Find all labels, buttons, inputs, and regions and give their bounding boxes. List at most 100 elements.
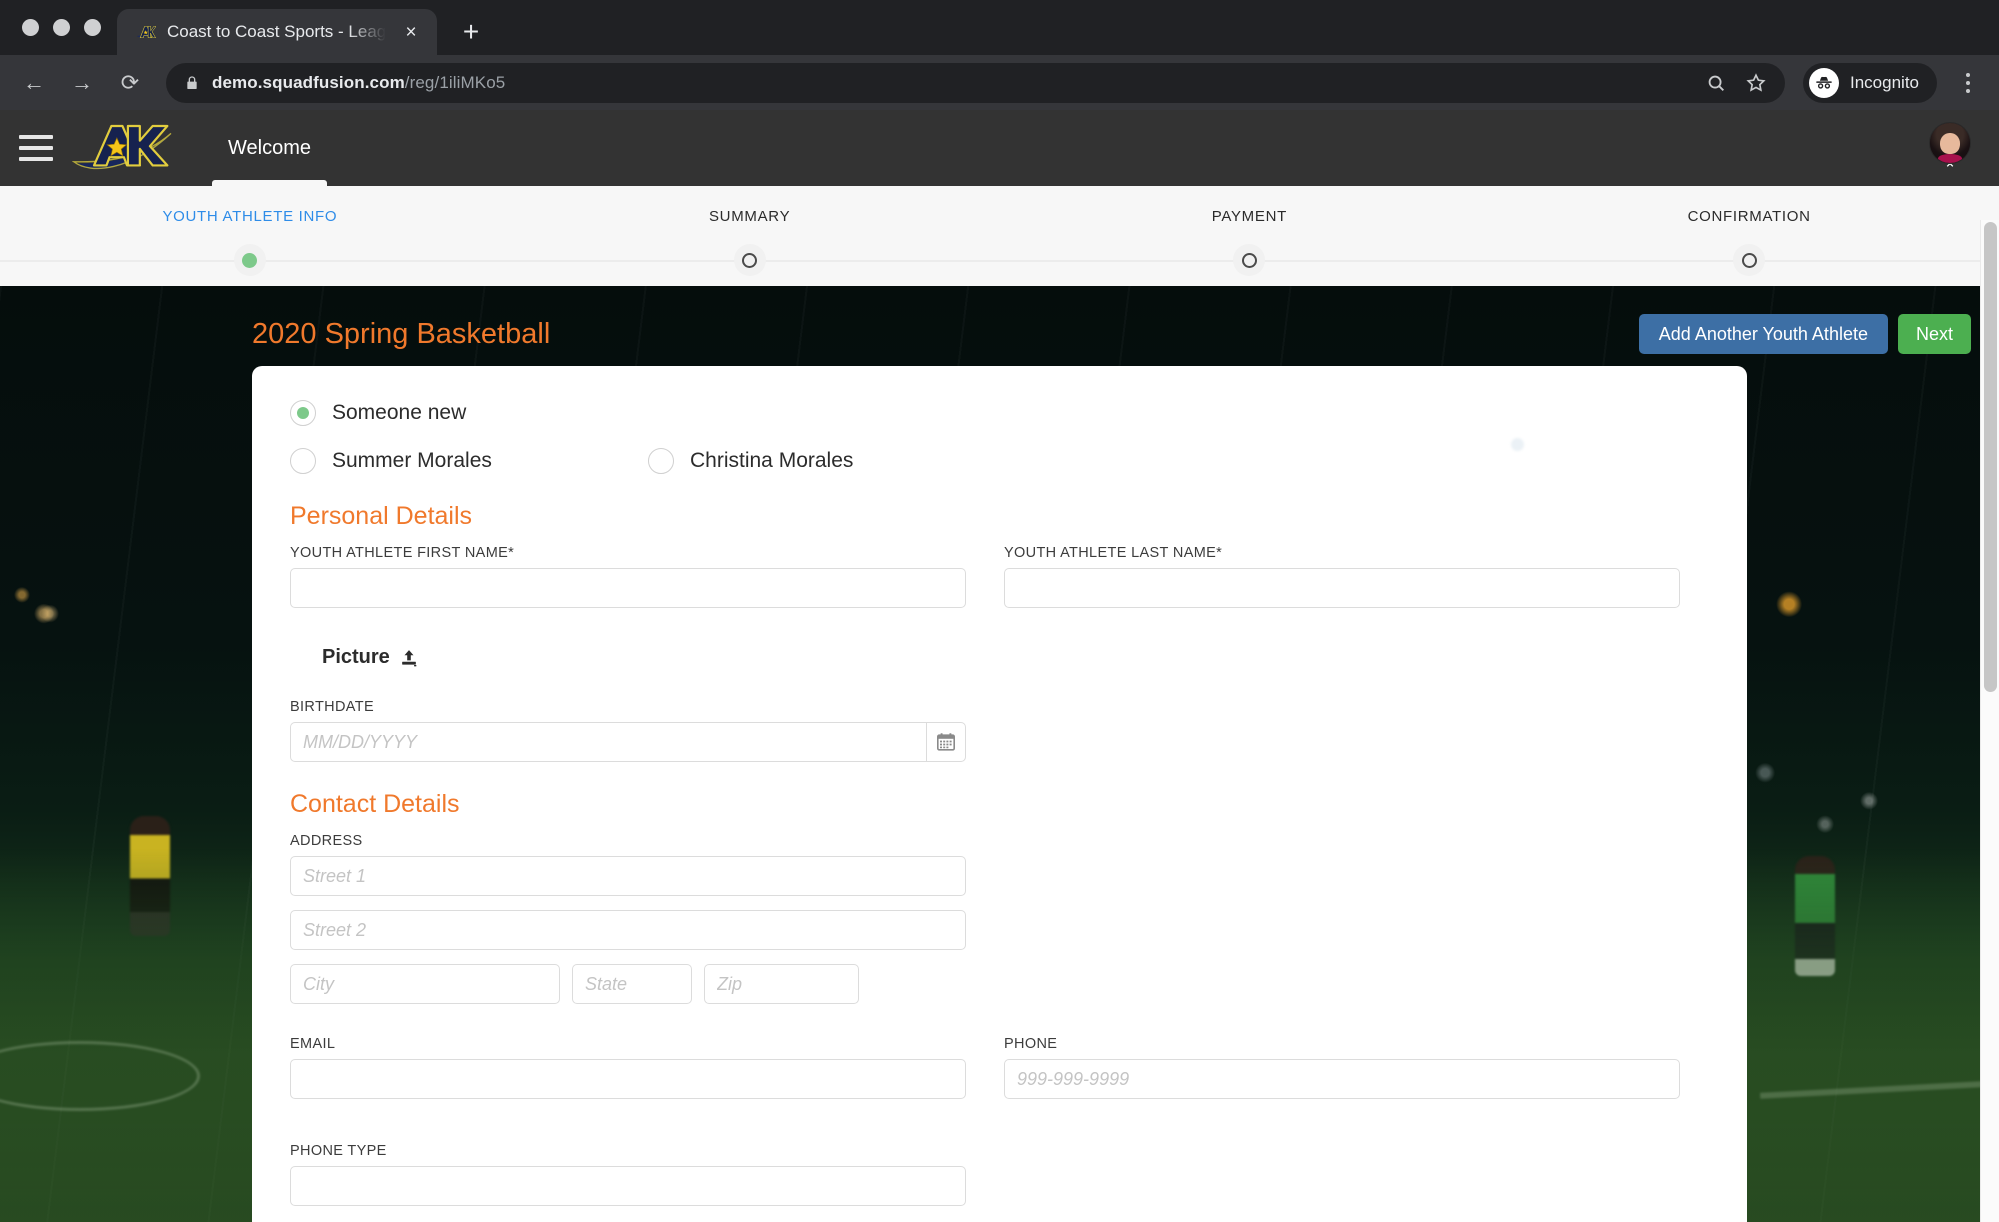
header-user-area[interactable]: ⌃ [1929,121,1999,177]
phone-type-field-group: PHONE TYPE [290,1143,1709,1206]
lock-icon [184,75,200,91]
athlete-select-row-1: Someone new [290,400,1709,426]
email-input[interactable] [290,1059,966,1099]
step-dot [1241,252,1257,268]
section-heading-contact-details: Contact Details [290,790,460,818]
page-scrollbar[interactable] [1980,220,1999,1222]
nav-item-welcome[interactable]: Welcome [202,110,337,186]
reload-button[interactable]: ⟳ [110,63,150,103]
athlete-select-row-2: Summer Morales Christina Morales [290,448,1709,474]
tab-title: Coast to Coast Sports - League [167,22,388,41]
url-path: /reg/1iliMKo5 [404,72,506,92]
window-traffic-lights[interactable] [14,0,117,55]
state-input[interactable] [572,964,692,1004]
page-title: 2020 Spring Basketball [252,317,551,350]
street1-input[interactable] [290,856,966,896]
first-name-field-group: YOUTH ATHLETE FIRST NAME* [290,545,966,608]
chevron-up-icon[interactable]: ⌃ [1944,162,1957,177]
registration-page: 2020 Spring Basketball Add Another Youth… [0,286,1999,1222]
birthdate-input[interactable] [290,722,927,762]
stepper-step-summary[interactable]: SUMMARY [500,208,1000,226]
stepper-step-confirmation[interactable]: CONFIRMATION [1499,208,1999,226]
close-window-button[interactable] [22,19,39,36]
email-label: EMAIL [290,1036,336,1052]
url-text: demo.squadfusion.com/reg/1iliMKo5 [212,73,505,93]
city-state-zip-row [290,964,966,1004]
new-tab-button[interactable]: + [451,12,491,52]
page-topbar: 2020 Spring Basketball Add Another Youth… [0,286,1999,360]
phone-type-input[interactable] [290,1166,966,1206]
back-button[interactable]: ← [14,63,54,103]
next-button[interactable]: Next [1897,314,1971,354]
close-tab-button[interactable]: × [399,20,423,44]
name-fields-row: YOUTH ATHLETE FIRST NAME* YOUTH ATHLETE … [290,545,1709,608]
incognito-profile-button[interactable]: Incognito [1803,62,1937,103]
app-header: Welcome ⌃ [0,110,1999,186]
ak-coast-to-coast-logo[interactable] [71,117,182,179]
birthdate-label: BIRTHDATE [290,699,374,715]
radio-icon[interactable] [290,448,316,474]
last-name-field-group: YOUTH ATHLETE LAST NAME* [1004,545,1680,608]
incognito-label: Incognito [1850,72,1919,92]
calendar-icon [936,732,956,752]
radio-label: Someone new [332,401,467,424]
stepper-dot-youth-athlete-info[interactable] [0,244,500,276]
address-field-group: ADDRESS [290,833,966,1004]
registration-form-card: Someone new Summer Morales Christina Mor… [252,366,1747,1222]
avatar-shirt [1938,153,1962,163]
stepper-step-payment[interactable]: PAYMENT [1000,208,1500,226]
browser-toolbar: ← → ⟳ demo.squadfusion.com/reg/1iliMKo5 [0,55,1999,110]
phone-input[interactable] [1004,1059,1680,1099]
forward-button[interactable]: → [62,63,102,103]
radio-icon[interactable] [648,448,674,474]
step-label: CONFIRMATION [1687,208,1811,225]
step-label: SUMMARY [708,208,791,225]
url-domain: demo.squadfusion.com [212,72,405,92]
last-name-input[interactable] [1004,568,1680,608]
stepper-dot-confirmation[interactable] [1499,244,1999,276]
email-phone-row: EMAIL PHONE [290,1036,1709,1099]
first-name-input[interactable] [290,568,966,608]
star-icon[interactable] [1745,72,1767,94]
radio-label: Christina Morales [690,449,854,472]
address-bar[interactable]: demo.squadfusion.com/reg/1iliMKo5 [166,62,1785,103]
section-heading-personal-details: Personal Details [290,502,473,530]
minimize-window-button[interactable] [53,19,70,36]
page-action-buttons: Add Another Youth Athlete Next [1638,314,1971,354]
radio-option-summer-morales[interactable]: Summer Morales [290,448,648,474]
phone-field-group: PHONE [1004,1036,1680,1099]
avatar-face [1940,132,1960,154]
stepper-dot-payment[interactable] [1000,244,1500,276]
user-avatar[interactable] [1929,121,1971,164]
scrollbar-thumb[interactable] [1984,222,1997,692]
picture-upload-row[interactable]: Picture [322,646,1709,669]
step-dot [742,252,758,268]
phone-type-label: PHONE TYPE [290,1143,387,1159]
hamburger-menu-icon[interactable] [14,126,58,170]
registration-stepper: YOUTH ATHLETE INFO SUMMARY PAYMENT CONFI… [0,186,1999,286]
email-field-group: EMAIL [290,1036,966,1099]
step-label: YOUTH ATHLETE INFO [162,208,338,225]
phone-label: PHONE [1004,1036,1058,1052]
radio-option-someone-new[interactable]: Someone new [290,400,648,426]
street2-input[interactable] [290,910,966,950]
city-input[interactable] [290,964,560,1004]
maximize-window-button[interactable] [84,19,101,36]
kebab-menu-icon[interactable] [1951,63,1985,103]
stepper-step-youth-athlete-info[interactable]: YOUTH ATHLETE INFO [0,208,500,226]
last-name-label: YOUTH ATHLETE LAST NAME* [1004,545,1223,561]
first-name-label: YOUTH ATHLETE FIRST NAME* [290,545,515,561]
stepper-dot-summary[interactable] [500,244,1000,276]
zip-input[interactable] [704,964,859,1004]
radio-icon-selected[interactable] [290,400,316,426]
search-icon[interactable] [1705,72,1727,94]
ak-logo-favicon [135,22,156,43]
radio-label: Summer Morales [332,449,492,472]
calendar-picker-button[interactable] [926,722,966,762]
radio-option-christina-morales[interactable]: Christina Morales [648,448,853,474]
add-another-youth-athlete-button[interactable]: Add Another Youth Athlete [1638,314,1888,354]
browser-tabstrip: Coast to Coast Sports - League × + [0,0,1999,55]
birthdate-field-group: BIRTHDATE [290,699,966,762]
upload-icon[interactable] [400,648,418,668]
browser-tab-active[interactable]: Coast to Coast Sports - League × [117,9,437,55]
